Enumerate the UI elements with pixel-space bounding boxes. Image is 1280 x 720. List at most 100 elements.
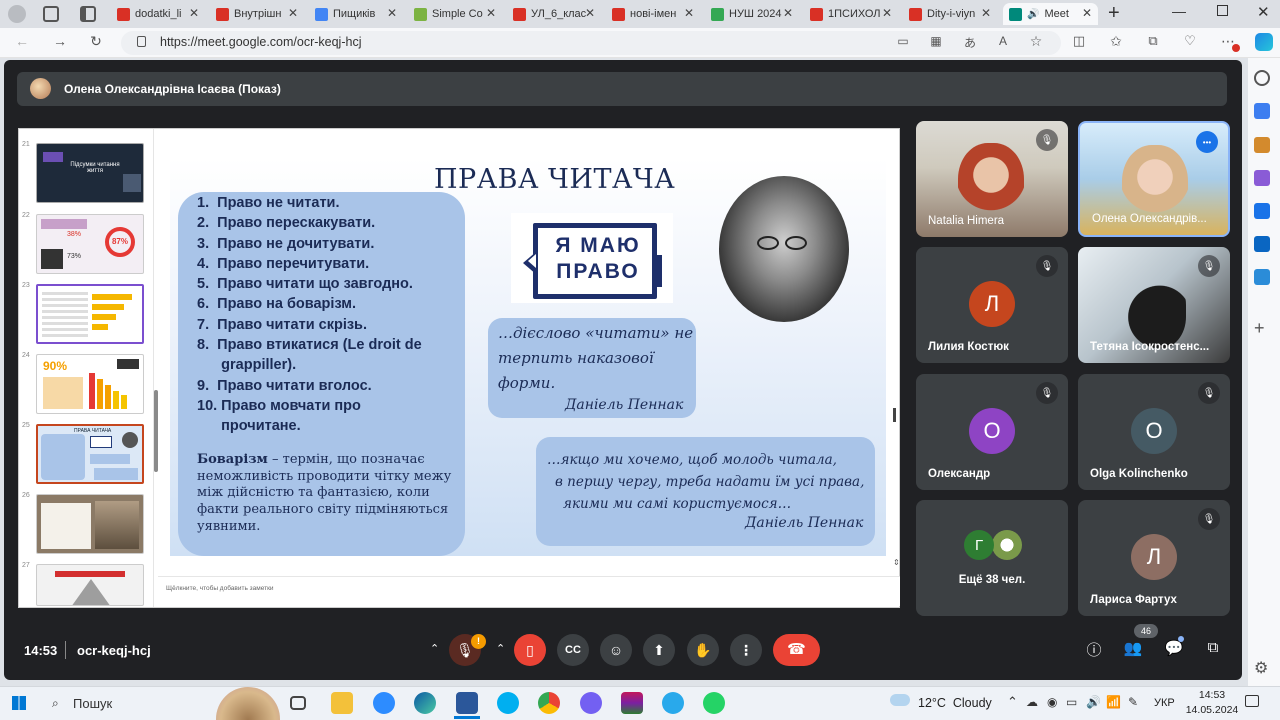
sidebar-tools-icon[interactable] <box>1254 137 1270 153</box>
participant-tile[interactable]: Л 🎙 Лариса Фартух <box>1078 500 1230 616</box>
activities-icon[interactable]: ⧉ <box>1202 639 1224 661</box>
close-tab-icon[interactable]: ✕ <box>585 6 595 20</box>
browser-tab[interactable]: Внутрішн ✕ <box>210 3 304 25</box>
browser-tab[interactable]: Пищиків ✕ <box>309 3 403 25</box>
meeting-info-icon[interactable]: ⓘ <box>1083 639 1105 661</box>
profile-icon[interactable] <box>8 5 26 23</box>
people-icon[interactable]: 👥 <box>1122 639 1144 661</box>
slide-thumbnail-24[interactable]: 90% <box>36 354 144 414</box>
close-tab-icon[interactable]: ✕ <box>882 6 892 20</box>
close-tab-icon[interactable]: ✕ <box>783 6 793 20</box>
leave-call-button[interactable]: ☎ <box>773 634 820 666</box>
close-window-button[interactable]: ✕ <box>1257 3 1270 21</box>
reload-icon[interactable]: ↻ <box>86 33 106 50</box>
clock-time[interactable]: 14:53 <box>1188 689 1236 701</box>
slide-thumbnail-22[interactable]: 38% 87% 73% <box>36 214 144 274</box>
translate-icon[interactable]: あ <box>960 34 980 51</box>
chat-icon[interactable]: 💬 <box>1163 639 1185 661</box>
slide-thumbnail-21[interactable]: Підсумки читання життя <box>36 143 144 203</box>
split-screen-icon[interactable]: ◫ <box>1069 33 1089 49</box>
taskbar-search-label[interactable]: Пошук <box>73 696 112 711</box>
more-options-button[interactable]: ⋮ <box>730 634 762 666</box>
language-indicator[interactable]: УКР <box>1154 697 1175 709</box>
slide-thumbnail-26[interactable] <box>36 494 144 554</box>
tab-actions-icon[interactable] <box>80 6 96 22</box>
skype-icon[interactable] <box>497 692 519 714</box>
apps-grid-icon[interactable]: ▦ <box>926 34 946 48</box>
sidebar-add-icon[interactable]: + <box>1254 318 1265 339</box>
taskbar-search-icon[interactable]: ⌕ <box>52 696 59 711</box>
close-tab-icon[interactable]: ✕ <box>189 6 199 20</box>
emoji-reactions-button[interactable]: ☺ <box>600 634 632 666</box>
video-options-chevron-icon[interactable]: ⌃ <box>496 642 505 655</box>
thumbnail-scrollbar[interactable] <box>154 390 158 472</box>
participant-tile[interactable]: 🎙 Тетяна Ісокростенс... <box>1078 247 1230 363</box>
edge-icon[interactable] <box>414 692 436 714</box>
cast-icon[interactable]: ▭ <box>893 34 913 48</box>
collections-icon[interactable]: ⧉ <box>1143 33 1163 49</box>
word-icon[interactable] <box>456 692 478 714</box>
tray-app-icon[interactable]: ◉ <box>1047 695 1057 709</box>
camera-toggle-button[interactable]: ▯ <box>514 634 546 666</box>
browser-essentials-icon[interactable]: ♡ <box>1180 33 1200 49</box>
browser-tab[interactable]: УЛ_6_клас ✕ <box>507 3 601 25</box>
browser-tab[interactable]: Dity-i-viyn ✕ <box>903 3 997 25</box>
wifi-icon[interactable]: 📶 <box>1106 695 1121 709</box>
clock-date[interactable]: 14.05.2024 <box>1182 704 1242 716</box>
volume-icon[interactable]: 🔊 <box>1086 695 1101 709</box>
slide-thumbnail-25-selected[interactable]: ПРАВА ЧИТАЧА <box>36 424 144 484</box>
lock-icon[interactable] <box>137 36 146 47</box>
slide-thumbnail-23[interactable] <box>36 284 144 344</box>
workspaces-icon[interactable] <box>43 6 59 22</box>
minimize-button[interactable]: — <box>1172 3 1186 19</box>
windows-start-icon[interactable] <box>12 696 26 710</box>
participant-tile[interactable]: Л 🎙 Лилия Костюк <box>916 247 1068 363</box>
back-icon[interactable]: ← <box>12 33 32 49</box>
pen-icon[interactable]: ✎ <box>1128 695 1138 709</box>
browser-tab[interactable]: 1ПСИХОЛ ✕ <box>804 3 898 25</box>
show-hidden-icons-chevron[interactable]: ⌃ <box>1007 694 1018 710</box>
participant-tile[interactable]: О 🎙 Олександр <box>916 374 1068 490</box>
telegram-icon[interactable] <box>662 692 684 714</box>
raise-hand-button[interactable]: ✋ <box>687 634 719 666</box>
read-aloud-icon[interactable]: A <box>993 34 1013 48</box>
slide-thumbnail-27[interactable] <box>36 564 144 606</box>
participant-tile[interactable]: ••• Олена Олександрів... <box>1078 121 1230 237</box>
new-tab-button[interactable]: + <box>1108 2 1120 25</box>
battery-icon[interactable]: ▭ <box>1066 695 1077 709</box>
sidebar-m365-icon[interactable] <box>1254 203 1270 219</box>
task-view-icon[interactable] <box>290 696 306 710</box>
browser-tab[interactable]: dodatki_li ✕ <box>111 3 205 25</box>
browser-tab[interactable]: НУШ 2024 ✕ <box>705 3 799 25</box>
winrar-icon[interactable] <box>621 692 643 714</box>
maximize-button[interactable] <box>1217 5 1228 16</box>
close-tab-icon[interactable]: ✕ <box>387 6 397 20</box>
sidebar-games-icon[interactable] <box>1254 170 1270 186</box>
close-tab-icon[interactable]: ✕ <box>1082 6 1092 20</box>
close-tab-icon[interactable]: ✕ <box>288 6 298 20</box>
forward-icon[interactable]: → <box>50 33 70 49</box>
captions-button[interactable]: CC <box>557 634 589 666</box>
weather-cloud-icon[interactable] <box>890 694 910 706</box>
chrome-icon[interactable] <box>538 692 560 714</box>
audio-options-chevron-icon[interactable]: ⌃ <box>430 642 439 655</box>
sidebar-shopping-icon[interactable] <box>1254 103 1270 119</box>
participant-tile[interactable]: 🎙 Natalia Himera <box>916 121 1068 237</box>
participant-tile[interactable]: O 🎙 Olga Kolinchenko <box>1078 374 1230 490</box>
close-tab-icon[interactable]: ✕ <box>981 6 991 20</box>
sidebar-outlook-icon[interactable] <box>1254 236 1270 252</box>
copilot-icon[interactable] <box>1255 33 1273 51</box>
viber-icon[interactable] <box>580 692 602 714</box>
slide-scroll-arrows-icon[interactable]: ⇕ <box>893 558 900 567</box>
onedrive-icon[interactable]: ☁ <box>1026 695 1038 709</box>
browser-tab[interactable]: нові-імен ✕ <box>606 3 700 25</box>
sidebar-send-icon[interactable] <box>1254 269 1270 285</box>
weather-text[interactable]: 12°C Cloudy <box>918 696 992 710</box>
favorite-star-icon[interactable]: ☆ <box>1026 33 1046 50</box>
slide-scrollbar[interactable] <box>893 408 896 422</box>
participant-tile[interactable]: Г Ещё 38 чел. <box>916 500 1068 616</box>
close-tab-icon[interactable]: ✕ <box>684 6 694 20</box>
sidebar-search-icon[interactable] <box>1254 70 1270 86</box>
favorites-icon[interactable]: ✩ <box>1106 33 1126 50</box>
file-explorer-icon[interactable] <box>331 692 353 714</box>
